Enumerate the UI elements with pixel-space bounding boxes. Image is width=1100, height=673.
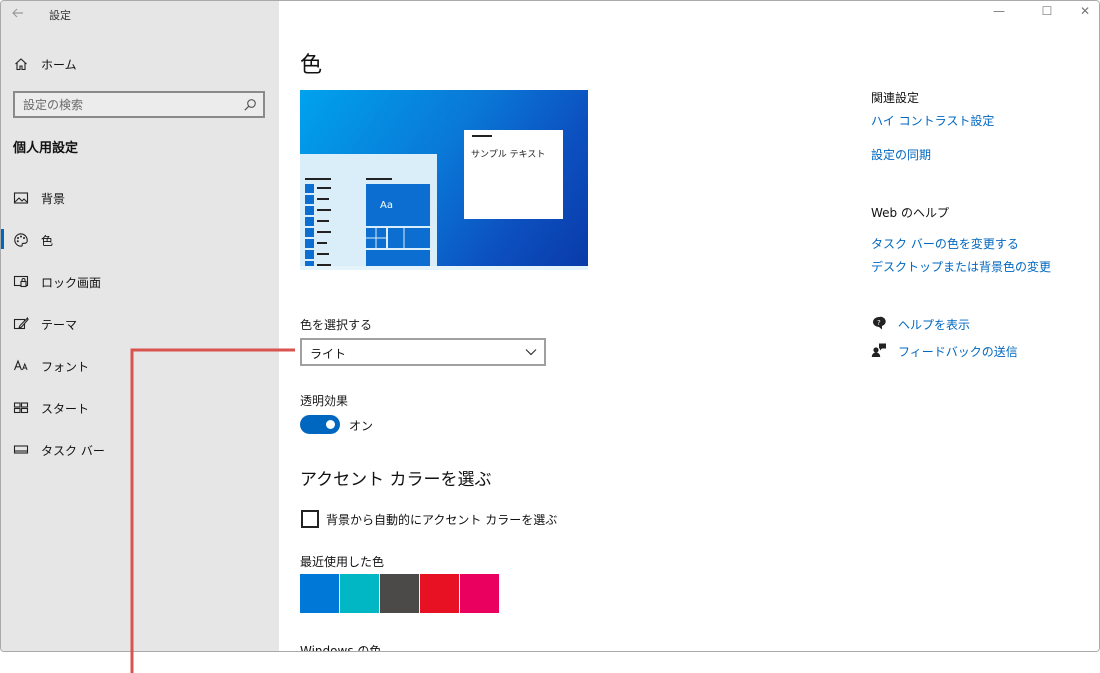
maximize-button[interactable]: ☐ xyxy=(1037,4,1057,18)
minimize-button[interactable]: — xyxy=(989,4,1009,18)
sidebar-item-color[interactable]: 色 xyxy=(1,226,279,268)
sample-text: サンプル テキスト xyxy=(471,150,546,160)
high-contrast-link[interactable]: ハイ コントラスト設定 xyxy=(871,112,994,129)
palette-icon xyxy=(13,232,29,248)
sidebar-item-label: スタート xyxy=(41,402,90,416)
toggle-knob xyxy=(326,420,335,429)
choose-color-dropdown[interactable]: ライト xyxy=(300,338,546,366)
title-bar: 設定 xyxy=(1,1,279,27)
feedback-icon xyxy=(871,342,887,358)
sync-settings-link[interactable]: 設定の同期 xyxy=(871,146,931,163)
settings-window: 設定 ホーム 個人用設定 背景 xyxy=(0,0,1100,652)
start-menu-preview: Aa xyxy=(300,154,437,270)
transparency-state: オン xyxy=(349,419,374,433)
feedback-link[interactable]: フィードバックの送信 xyxy=(898,343,1018,360)
color-swatch[interactable] xyxy=(340,574,379,613)
color-swatch[interactable] xyxy=(300,574,339,613)
svg-text:?: ? xyxy=(877,319,881,327)
recent-colors-label: 最近使用した色 xyxy=(300,555,385,569)
sidebar-item-start[interactable]: スタート xyxy=(1,394,279,436)
search-icon[interactable] xyxy=(243,97,257,111)
sidebar-item-theme[interactable]: テーマ xyxy=(1,310,279,352)
lock-screen-icon xyxy=(13,274,29,290)
transparency-label: 透明効果 xyxy=(300,394,349,408)
color-swatch[interactable] xyxy=(380,574,419,613)
accent-heading: アクセント カラーを選ぶ xyxy=(300,470,492,490)
sidebar-item-fonts[interactable]: フォント xyxy=(1,352,279,394)
related-settings-heading: 関連設定 xyxy=(871,91,920,105)
sidebar-item-label: タスク バー xyxy=(41,444,105,458)
sidebar-item-label: 背景 xyxy=(41,192,66,206)
page-title: 色 xyxy=(300,53,323,78)
web-help-heading: Web のヘルプ xyxy=(871,206,949,220)
color-swatch[interactable] xyxy=(420,574,459,613)
transparency-toggle[interactable] xyxy=(300,415,340,434)
desktop-color-link[interactable]: デスクトップまたは背景色の変更 xyxy=(871,258,1051,275)
taskbar-preview xyxy=(300,266,588,270)
sidebar-item-label: 色 xyxy=(41,234,54,248)
color-swatch[interactable] xyxy=(460,574,499,613)
section-title: 個人用設定 xyxy=(13,141,79,156)
auto-accent-checkbox[interactable] xyxy=(301,510,319,528)
font-icon xyxy=(13,358,29,374)
search-input[interactable] xyxy=(23,96,233,114)
sidebar-item-label: フォント xyxy=(41,360,90,374)
choose-color-label: 色を選択する xyxy=(300,318,373,332)
start-menu-list-icon xyxy=(305,178,430,270)
sidebar-item-background[interactable]: 背景 xyxy=(1,184,279,226)
sample-window: サンプル テキスト xyxy=(464,130,563,219)
theme-brush-icon xyxy=(13,316,29,332)
search-field[interactable] xyxy=(13,91,265,118)
window-controls: — ☐ ✕ xyxy=(961,1,1099,25)
back-arrow-icon[interactable] xyxy=(11,6,25,20)
sidebar-item-label: ロック画面 xyxy=(41,276,102,290)
sidebar-item-taskbar[interactable]: タスク バー xyxy=(1,436,279,478)
taskbar-icon xyxy=(13,442,29,458)
sidebar-item-label: テーマ xyxy=(41,318,78,332)
taskbar-color-link[interactable]: タスク バーの色を変更する xyxy=(871,235,1019,252)
auto-accent-label: 背景から自動的にアクセント カラーを選ぶ xyxy=(326,513,558,527)
sample-window-titlebar xyxy=(472,135,492,137)
help-chat-icon: ? xyxy=(871,315,887,331)
main-content: — ☐ ✕ 色 サンプル テキスト Aa 色を選択する ライト 透明効果 オン … xyxy=(279,1,1099,652)
choose-color-value: ライト xyxy=(310,347,347,361)
show-help-link[interactable]: ヘルプを表示 xyxy=(898,316,970,333)
sidebar-item-label: ホーム xyxy=(41,58,77,72)
sidebar: 設定 ホーム 個人用設定 背景 xyxy=(1,1,279,651)
windows-colors-label: Windows の色 xyxy=(300,644,382,652)
sidebar-nav: 背景 色 ロック画面 テーマ フォント スタート タスク バー xyxy=(1,184,279,478)
sidebar-item-lock-screen[interactable]: ロック画面 xyxy=(1,268,279,310)
chevron-down-icon xyxy=(524,344,538,358)
sidebar-item-home[interactable]: ホーム xyxy=(1,51,279,77)
home-icon xyxy=(14,56,28,71)
start-tiles-icon xyxy=(13,400,29,416)
color-preview: サンプル テキスト Aa xyxy=(300,90,588,270)
tile-text: Aa xyxy=(380,200,393,211)
close-button[interactable]: ✕ xyxy=(1075,4,1095,18)
picture-icon xyxy=(13,190,29,206)
app-title: 設定 xyxy=(49,9,71,22)
